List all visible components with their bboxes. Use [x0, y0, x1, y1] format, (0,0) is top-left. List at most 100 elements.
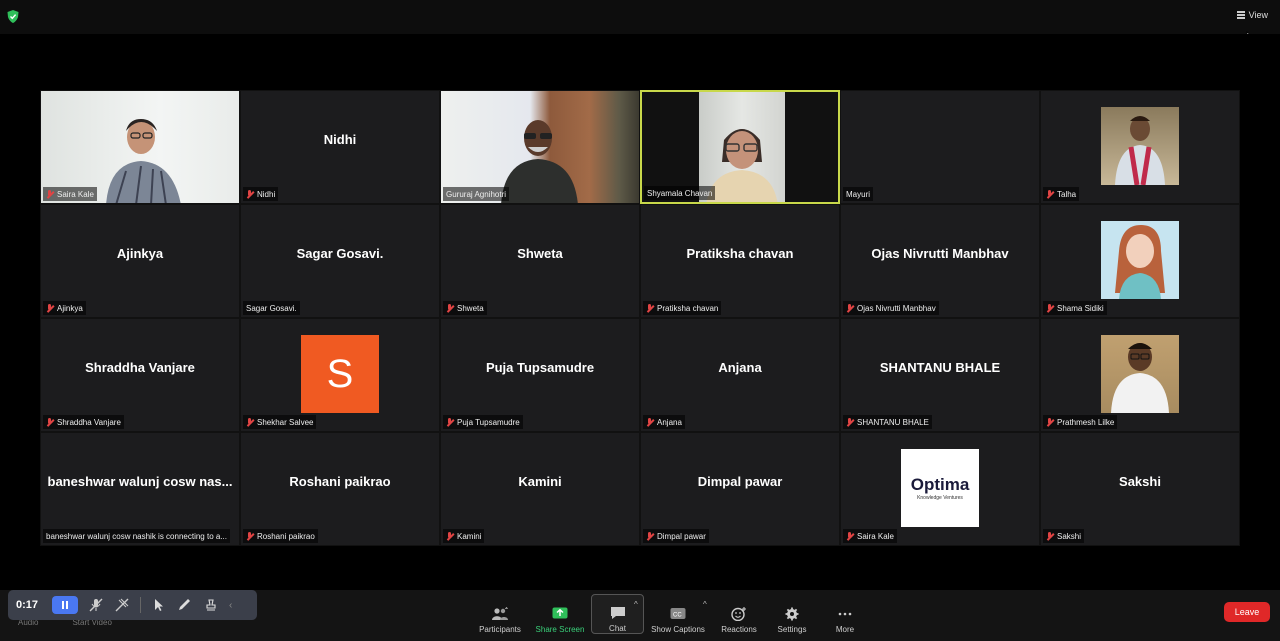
participant-tile[interactable]: baneshwar walunj cosw nas... baneshwar wa… [40, 432, 240, 546]
participant-tile[interactable]: Sagar Gosavi. Sagar Gosavi. [240, 204, 440, 318]
more-button[interactable]: More [815, 594, 875, 634]
participant-name-caption: Anjana [643, 415, 685, 429]
participant-name-caption: Talha [1043, 187, 1080, 201]
participant-name: Sakshi [1057, 531, 1082, 541]
participant-tile[interactable]: Anjana Anjana [640, 318, 840, 432]
mic-muted-icon [1046, 303, 1054, 313]
participant-tile[interactable]: Talha [1040, 90, 1240, 204]
mic-muted-icon [1046, 417, 1054, 427]
stamp-icon[interactable] [203, 598, 219, 612]
participant-display-name: Dimpal pawar [697, 473, 783, 489]
participant-name-caption: Sagar Gosavi. [243, 301, 300, 315]
mic-muted-icon [446, 303, 454, 313]
participant-name-caption: Saira Kale [843, 529, 897, 543]
participants-button[interactable]: 24 Participants [470, 594, 530, 634]
show-captions-button[interactable]: CC Show Captions [648, 594, 708, 634]
mic-muted-icon [646, 531, 654, 541]
participant-name-caption: Shyamala Chavan [644, 186, 716, 200]
participant-tile[interactable]: Optima Knowledge Ventures Saira Kale [840, 432, 1040, 546]
participant-name: Nidhi [257, 189, 276, 199]
show-captions-label: Show Captions [651, 625, 705, 634]
participant-display-name: Ojas Nivrutti Manbhav [871, 245, 1009, 261]
gallery-view: Saira Kale Nidhi Nidhi Gururaj Agnihotri S… [40, 90, 1240, 546]
participant-name-caption: Prathmesh Lilke [1043, 415, 1118, 429]
mic-muted-icon [46, 189, 54, 199]
collapse-chevron-icon[interactable]: ‹ [229, 600, 232, 611]
participant-name-caption: Kamini [443, 529, 485, 543]
pause-button[interactable] [52, 596, 78, 614]
participant-name-caption: Shekhar Salvee [243, 415, 317, 429]
mute-audio-icon[interactable] [88, 598, 104, 612]
share-screen-label: Share Screen [535, 625, 585, 634]
top-bar: View [0, 0, 1280, 34]
toolbar-divider [140, 597, 141, 613]
participant-name: Prathmesh Lilke [1057, 417, 1115, 427]
mic-muted-icon [646, 303, 654, 313]
participant-name: Talha [1057, 189, 1077, 199]
mic-muted-icon [446, 531, 454, 541]
participant-tile[interactable]: Prathmesh Lilke [1040, 318, 1240, 432]
participants-label: Participants [479, 625, 521, 634]
participant-tile[interactable]: Saira Kale [40, 90, 240, 204]
participant-display-name: Roshani paikrao [289, 473, 391, 489]
participant-name-caption: Ajinkya [43, 301, 86, 315]
chat-options-caret-icon[interactable]: ^ [634, 600, 638, 609]
participant-tile[interactable]: Shweta Shweta [440, 204, 640, 318]
recording-timer: 0:17 [16, 599, 39, 611]
participant-display-name: SHANTANU BHALE [879, 359, 1001, 375]
participant-name-caption: Roshani paikrao [243, 529, 318, 543]
settings-button[interactable]: Settings [762, 594, 822, 634]
participant-tile[interactable]: Kamini Kamini [440, 432, 640, 546]
optima-logo: Optima Knowledge Ventures [901, 449, 979, 527]
view-grid-icon [1236, 11, 1245, 19]
participant-name: Puja Tupsamudre [457, 417, 520, 427]
participant-tile[interactable]: Roshani paikrao Roshani paikrao [240, 432, 440, 546]
participant-name: Shama Sidiki [1057, 303, 1104, 313]
participant-display-name: Shweta [517, 245, 563, 261]
participant-name-caption: Pratiksha chavan [643, 301, 722, 315]
participant-tile[interactable]: SHANTANU BHALE SHANTANU BHALE [840, 318, 1040, 432]
participant-display-name: Anjana [718, 359, 762, 375]
mic-muted-icon [246, 417, 254, 427]
participant-name-caption: Shama Sidiki [1043, 301, 1107, 315]
share-screen-button[interactable]: Share Screen [530, 594, 590, 634]
security-shield-icon[interactable] [7, 10, 19, 23]
participant-display-name: baneshwar walunj cosw nas... [47, 473, 233, 489]
participant-name-caption: Nidhi [243, 187, 279, 201]
participant-tile[interactable]: Mayuri [840, 90, 1040, 204]
participant-tile[interactable]: Ojas Nivrutti Manbhav Ojas Nivrutti Manbh… [840, 204, 1040, 318]
participant-name: Kamini [457, 531, 482, 541]
more-label: More [835, 625, 855, 634]
participant-name: Mayuri [846, 189, 871, 199]
pointer-icon[interactable] [151, 598, 167, 612]
view-button[interactable]: View [1236, 10, 1268, 20]
participant-tile[interactable]: Dimpal pawar Dimpal pawar [640, 432, 840, 546]
participant-display-name: Sakshi [1119, 473, 1161, 489]
participant-tile[interactable]: Ajinkya Ajinkya [40, 204, 240, 318]
mute-video-icon[interactable] [114, 598, 130, 612]
participant-name: Dimpal pawar [657, 531, 706, 541]
captions-options-caret-icon[interactable]: ^ [703, 600, 707, 609]
mic-muted-icon [246, 531, 254, 541]
participant-name: Ajinkya [57, 303, 83, 313]
leave-button[interactable]: Leave [1224, 602, 1270, 622]
share-screen-icon [552, 607, 568, 619]
participant-tile[interactable]: Nidhi Nidhi [240, 90, 440, 204]
participant-name: Roshani paikrao [257, 531, 315, 541]
mic-muted-icon [646, 417, 654, 427]
mic-muted-icon [846, 303, 854, 313]
participant-tile[interactable]: Pratiksha chavan Pratiksha chavan [640, 204, 840, 318]
captions-icon: CC [670, 608, 686, 619]
participant-name-caption: Mayuri [843, 187, 874, 201]
participant-tile[interactable]: S Shekhar Salvee [240, 318, 440, 432]
participant-tile[interactable]: Shama Sidiki [1040, 204, 1240, 318]
pen-icon[interactable] [177, 598, 193, 612]
participant-tile[interactable]: Puja Tupsamudre Puja Tupsamudre [440, 318, 640, 432]
participant-tile[interactable]: Shraddha Vanjare Shraddha Vanjare [40, 318, 240, 432]
participant-tile[interactable]: Gururaj Agnihotri [440, 90, 640, 204]
participants-icon: 24 [492, 607, 508, 620]
participant-name-caption: Gururaj Agnihotri [443, 187, 510, 201]
reactions-button[interactable]: Reactions [709, 594, 769, 634]
participant-tile[interactable]: Sakshi Sakshi [1040, 432, 1240, 546]
participant-tile[interactable]: Shyamala Chavan [640, 90, 840, 204]
